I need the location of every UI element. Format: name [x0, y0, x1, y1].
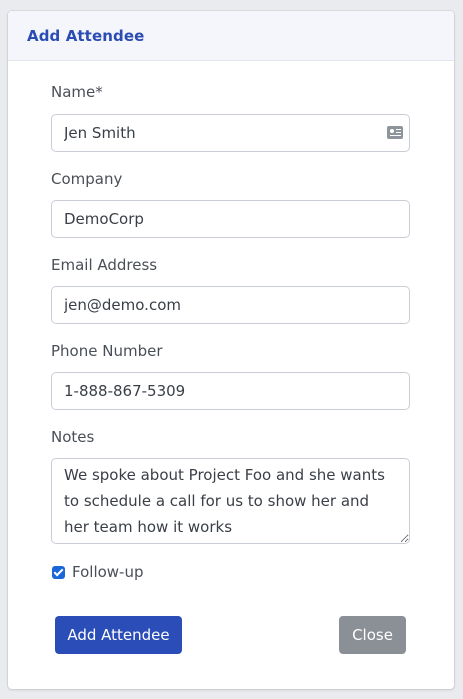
company-label: Company	[51, 170, 123, 188]
add-attendee-card: Add Attendee Name* Company Email Address…	[8, 11, 454, 689]
notes-label: Notes	[51, 428, 95, 446]
card-title: Add Attendee	[27, 26, 145, 45]
followup-label: Follow-up	[72, 563, 144, 581]
company-input[interactable]	[51, 200, 410, 238]
close-button[interactable]: Close	[339, 616, 406, 654]
phone-input[interactable]	[51, 372, 410, 410]
add-attendee-button[interactable]: Add Attendee	[55, 616, 182, 654]
name-input[interactable]	[51, 114, 410, 152]
followup-checkbox[interactable]	[52, 565, 65, 579]
email-label: Email Address	[51, 256, 158, 274]
card-header: Add Attendee	[8, 11, 454, 61]
notes-textarea[interactable]: We spoke about Project Foo and she wants…	[51, 458, 410, 544]
name-label: Name*	[51, 83, 103, 101]
phone-label: Phone Number	[51, 342, 163, 360]
email-input[interactable]	[51, 286, 410, 324]
contact-card-icon[interactable]	[387, 126, 403, 139]
followup-row[interactable]: Follow-up	[52, 563, 144, 581]
